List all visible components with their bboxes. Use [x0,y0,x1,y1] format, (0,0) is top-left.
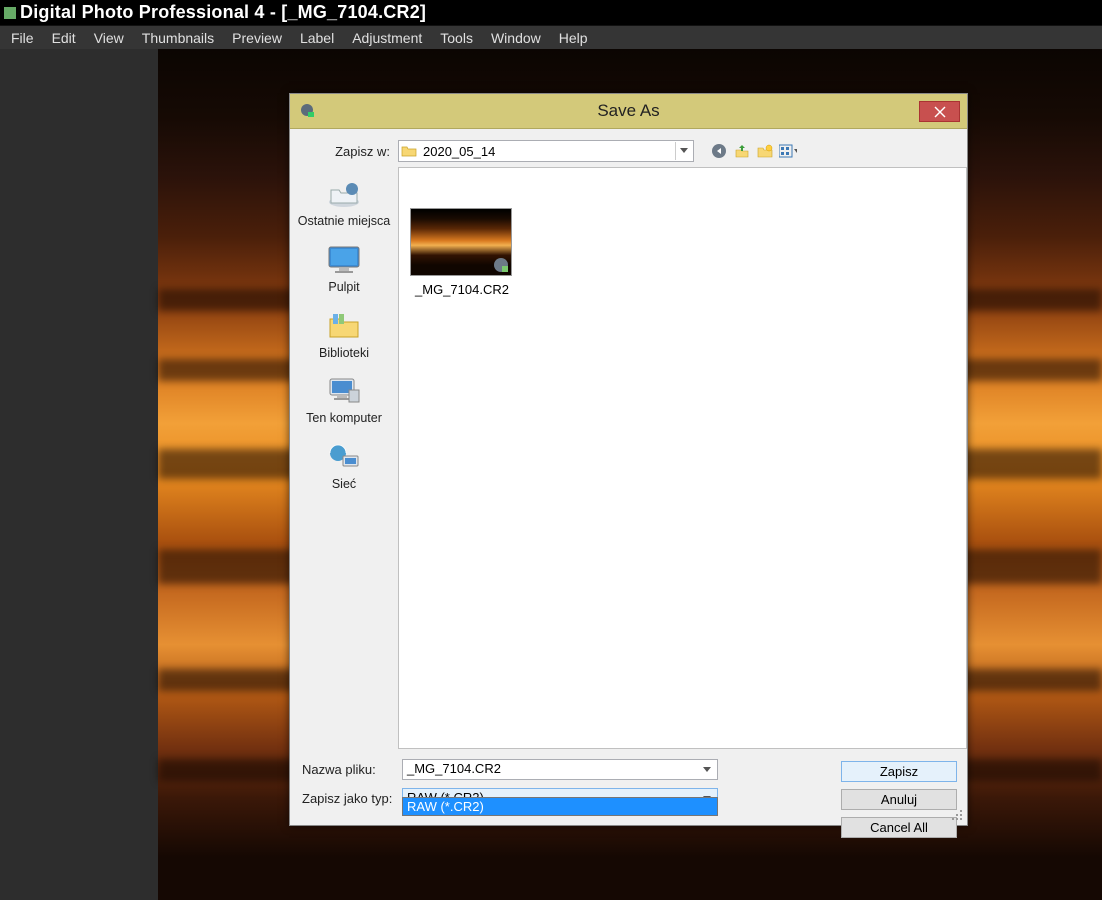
back-icon[interactable] [710,142,728,160]
place-recent-label: Ostatnie miejsca [292,215,396,229]
menu-view[interactable]: View [85,27,133,49]
left-panel [0,49,158,900]
file-thumbnail [410,208,512,276]
save-in-label: Zapisz w: [298,144,398,159]
app-icon [4,7,16,19]
up-one-level-icon[interactable] [733,142,751,160]
app-title: Digital Photo Professional 4 - [_MG_7104… [20,2,426,23]
menu-label[interactable]: Label [291,27,343,49]
place-libraries-label: Biblioteki [292,347,396,361]
menu-adjustment[interactable]: Adjustment [343,27,431,49]
chevron-down-icon[interactable] [699,762,715,777]
dialog-mid: Ostatnie miejsca Pulpit Biblioteki Ten k… [290,167,967,749]
menu-edit[interactable]: Edit [43,27,85,49]
filetype-label: Zapisz jako typ: [290,791,402,806]
place-libraries[interactable]: Biblioteki [290,305,398,371]
app-title-sep: - [265,2,282,22]
filetype-dropdown[interactable]: RAW (*.CR2) [402,797,718,816]
place-desktop[interactable]: Pulpit [290,239,398,305]
save-in-combo[interactable]: 2020_05_14 [398,140,694,162]
filename-value: _MG_7104.CR2 [407,761,501,776]
place-network-label: Sieć [292,478,396,492]
dialog-bottom: Nazwa pliku: _MG_7104.CR2 Zapisz jako ty… [290,749,967,825]
save-as-dialog: Save As Zapisz w: 2020_05_14 [289,93,968,826]
close-button[interactable] [919,101,960,122]
menu-thumbnails[interactable]: Thumbnails [133,27,223,49]
menu-window[interactable]: Window [482,27,550,49]
desktop-icon [324,243,364,277]
app-titlebar: Digital Photo Professional 4 - [_MG_7104… [0,0,1102,25]
computer-icon [324,374,364,408]
app-title-doc: [_MG_7104.CR2] [281,2,426,22]
file-item-label: _MG_7104.CR2 [410,282,514,297]
dialog-title: Save As [290,101,967,121]
dialog-body: Zapisz w: 2020_05_14 O [290,129,967,825]
place-computer[interactable]: Ten komputer [290,370,398,436]
dialog-titlebar[interactable]: Save As [290,94,967,129]
cancel-button[interactable]: Anuluj [841,789,957,810]
close-icon [934,106,946,118]
cancel-all-button[interactable]: Cancel All [841,817,957,838]
place-computer-label: Ten komputer [292,412,396,426]
raw-badge-icon [493,257,509,273]
chevron-down-icon[interactable] [675,142,691,160]
filename-input[interactable]: _MG_7104.CR2 [402,759,718,780]
app-title-prefix: Digital Photo Professional 4 [20,2,265,22]
file-item[interactable]: _MG_7104.CR2 [410,208,514,297]
file-list[interactable]: _MG_7104.CR2 [398,167,967,749]
save-button[interactable]: Zapisz [841,761,957,782]
recent-places-icon [324,177,364,211]
menu-tools[interactable]: Tools [431,27,482,49]
places-bar: Ostatnie miejsca Pulpit Biblioteki Ten k… [290,167,398,749]
menu-file[interactable]: File [2,27,43,49]
save-in-row: Zapisz w: 2020_05_14 [290,129,967,167]
dialog-buttons: Zapisz Anuluj Cancel All [841,761,957,838]
menu-preview[interactable]: Preview [223,27,291,49]
menu-help[interactable]: Help [550,27,597,49]
folder-icon [401,143,417,159]
save-in-value: 2020_05_14 [423,144,675,159]
filetype-option[interactable]: RAW (*.CR2) [403,798,717,815]
place-desktop-label: Pulpit [292,281,396,295]
filename-label: Nazwa pliku: [290,762,402,777]
place-recent[interactable]: Ostatnie miejsca [290,173,398,239]
new-folder-icon[interactable] [756,142,774,160]
dialog-toolbar [710,142,797,160]
libraries-icon [324,309,364,343]
network-icon [324,440,364,474]
view-menu-icon[interactable] [779,142,797,160]
place-network[interactable]: Sieć [290,436,398,502]
menu-bar: File Edit View Thumbnails Preview Label … [0,25,1102,49]
resize-grip-icon[interactable] [952,810,964,822]
